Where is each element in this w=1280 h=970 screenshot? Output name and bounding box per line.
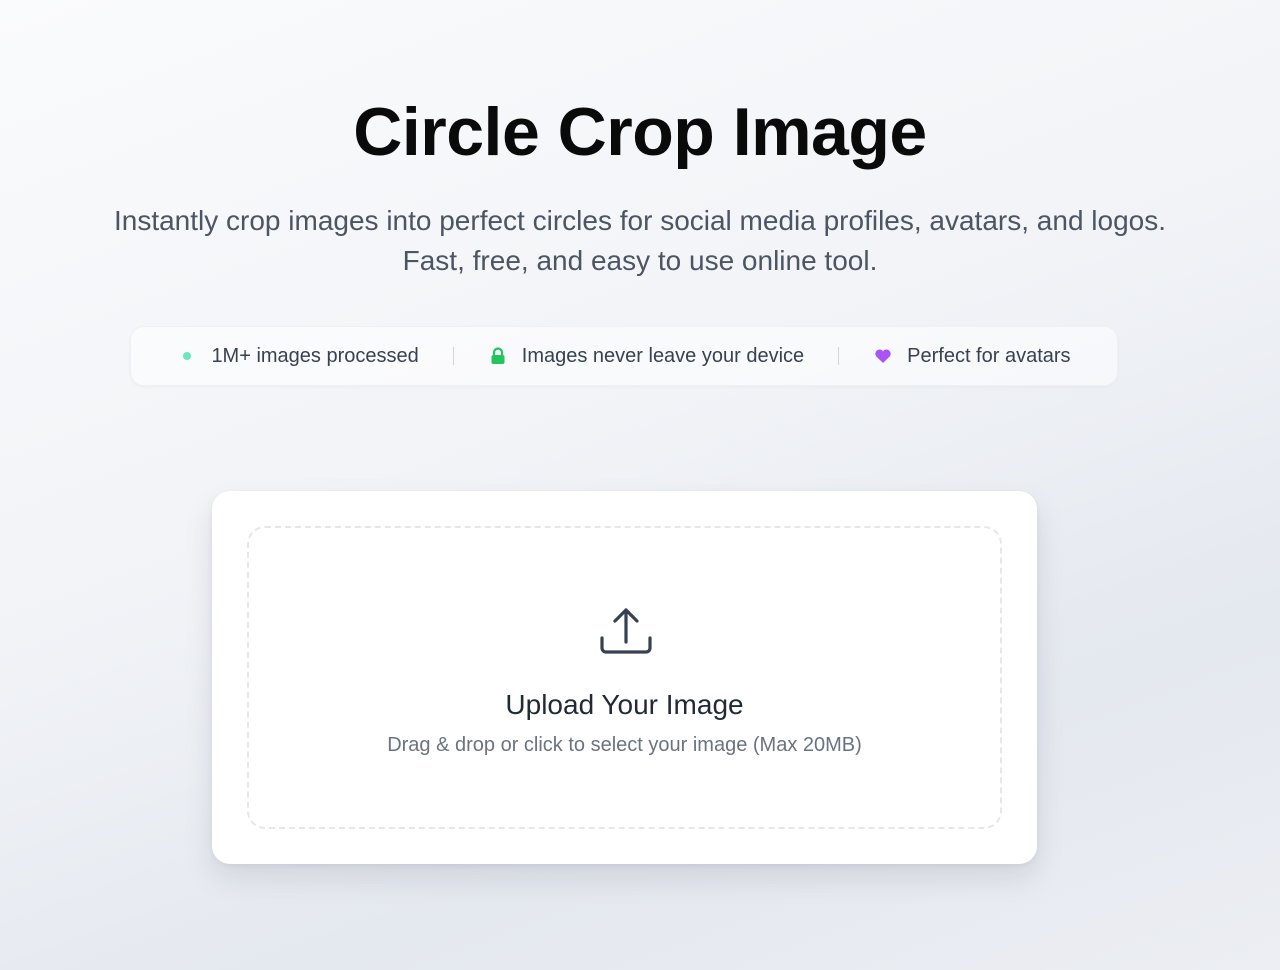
upload-title: Upload Your Image — [505, 689, 744, 720]
upload-card: Upload Your Image Drag & drop or click t… — [212, 491, 1037, 864]
status-dot-icon — [177, 346, 197, 366]
feature-privacy: Images never leave your device — [488, 345, 804, 368]
feature-divider — [452, 347, 454, 365]
feature-label: Perfect for avatars — [907, 344, 1071, 367]
feature-label: 1M+ images processed — [211, 344, 419, 367]
feature-label: Images never leave your device — [521, 344, 805, 367]
upload-icon — [598, 604, 654, 660]
heart-icon — [873, 346, 893, 366]
upload-dropzone[interactable]: Upload Your Image Drag & drop or click t… — [247, 526, 1002, 829]
feature-divider — [838, 347, 840, 365]
page-title: Circle Crop Image — [353, 94, 927, 170]
feature-bar: 1M+ images processed Images never leave … — [130, 326, 1118, 386]
feature-images-processed: 1M+ images processed — [177, 344, 419, 368]
lock-icon — [488, 346, 508, 366]
upload-instructions: Drag & drop or click to select your imag… — [387, 734, 862, 756]
feature-avatars: Perfect for avatars — [873, 344, 1071, 368]
page-subtitle: Instantly crop images into perfect circl… — [113, 205, 1167, 276]
